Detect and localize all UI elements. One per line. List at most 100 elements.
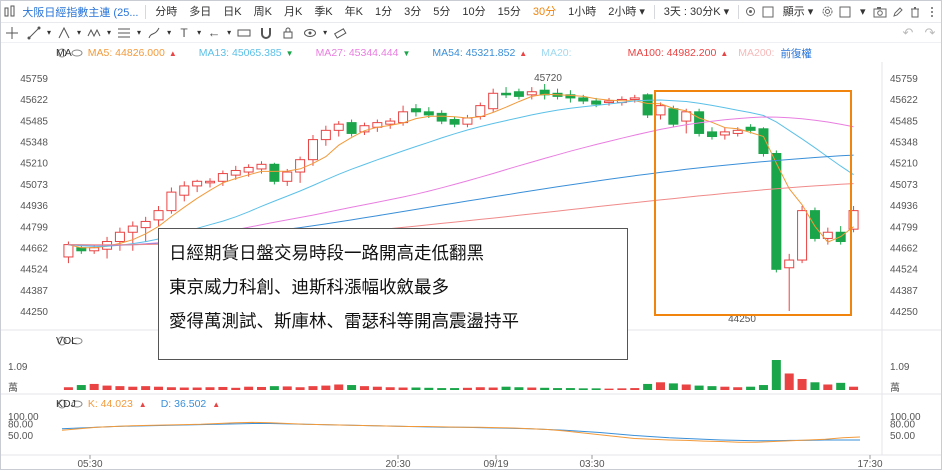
candle-body <box>307 139 318 161</box>
candle-body <box>410 108 421 113</box>
volume-bar <box>398 387 408 390</box>
price-axis-label-left: 45622 <box>20 95 48 106</box>
volume-bar <box>308 386 318 390</box>
time-axis-label: 20:30 <box>385 459 410 470</box>
ma13-line <box>68 99 854 247</box>
price-axis-label-right: 45073 <box>890 180 918 191</box>
volume-bar <box>372 386 382 390</box>
candle-body <box>269 163 280 182</box>
candle-body <box>732 129 743 134</box>
candle-body <box>706 131 717 138</box>
volume-bar <box>733 387 743 390</box>
candle-body <box>346 122 357 134</box>
volume-bar <box>643 383 653 390</box>
volume-bar <box>154 386 164 390</box>
candle-body <box>462 117 473 125</box>
price-axis-label-right: 44799 <box>890 222 918 233</box>
candle-body <box>513 91 524 97</box>
up-triangle-icon: ▲ <box>168 48 177 58</box>
price-axis-label-right: 44387 <box>890 286 918 297</box>
candle-body <box>385 120 396 125</box>
volume-bar <box>501 386 511 390</box>
kdj-label[interactable]: KDJ <box>56 398 76 410</box>
candle-body <box>771 153 782 270</box>
candle-body <box>578 97 589 102</box>
volume-bar <box>784 373 794 390</box>
price-axis-label-right: 45210 <box>890 159 918 170</box>
price-axis-label-right: 45485 <box>890 116 918 127</box>
volume-bar <box>681 384 691 390</box>
volume-bar <box>450 388 460 390</box>
candle-body <box>719 131 730 136</box>
volume-bar <box>746 386 756 390</box>
volume-bar <box>565 388 575 390</box>
price-axis-label-left: 45348 <box>20 138 48 149</box>
volume-bar <box>205 387 215 390</box>
volume-bar <box>540 387 550 390</box>
volume-bar <box>720 386 730 390</box>
volume-bar <box>359 386 369 390</box>
candle-body <box>114 231 125 243</box>
ma200-value: MA200: <box>738 47 775 59</box>
candle-body <box>449 119 460 125</box>
volume-bar <box>810 382 820 390</box>
price-axis-label-left: 44662 <box>20 243 48 254</box>
volume-bar <box>578 388 588 390</box>
kdj-axis-label-left: 50.00 <box>8 431 33 442</box>
up-triangle-icon: ▲ <box>720 48 729 58</box>
adjust-toggle[interactable]: 前復權 <box>780 46 812 61</box>
volume-bar <box>141 386 151 390</box>
candle-body <box>591 100 602 105</box>
ma5-line <box>68 93 854 249</box>
time-axis-label: 17:30 <box>857 459 882 470</box>
price-axis-label-left: 44936 <box>20 201 48 212</box>
candle-body <box>797 210 808 261</box>
kdj-axis-label-right: 50.00 <box>890 431 915 442</box>
volume-bar <box>630 388 640 390</box>
candle-body <box>398 111 409 124</box>
kdj-axis-label-left: 80.00 <box>8 420 33 431</box>
volume-bar <box>411 387 421 390</box>
kdj-k-value: K: 44.023 <box>87 398 133 410</box>
volume-bar <box>76 385 86 390</box>
up-triangle-icon: ▲ <box>212 399 221 409</box>
annotation-line-3: 愛得萬測試、斯庫林、雷瑟科等開高震盪持平 <box>169 312 519 332</box>
volume-bar <box>347 385 357 390</box>
volume-bar <box>385 387 395 390</box>
candle-body <box>243 166 254 173</box>
volume-bar <box>192 387 202 390</box>
candle-body <box>526 91 537 96</box>
volume-bar <box>771 360 781 390</box>
volume-bar <box>604 388 614 390</box>
volume-axis-label: 1.09 <box>8 362 28 373</box>
volume-bar <box>128 386 138 390</box>
volume-bar <box>166 387 176 390</box>
candle-body <box>127 225 138 233</box>
volume-bar <box>282 386 292 390</box>
candle-body <box>205 180 216 184</box>
candle-body <box>179 185 190 196</box>
candle-body <box>153 210 164 221</box>
candle-body <box>758 128 769 155</box>
volume-bar <box>849 386 859 390</box>
volume-bar <box>218 386 228 390</box>
ma20-value: MA20: <box>541 47 572 59</box>
volume-label[interactable]: VOL <box>56 335 77 347</box>
price-axis-label-right: 44936 <box>890 201 918 212</box>
ma5-value: MA5: 44826.000 <box>87 47 165 59</box>
candle-body <box>63 244 74 258</box>
price-axis-label-right: 44250 <box>890 307 918 318</box>
volume-axis-label-right: 1.09 <box>890 362 910 373</box>
volume-axis-unit-right: 萬 <box>890 381 900 394</box>
volume-bar <box>334 384 344 390</box>
time-axis-label: 05:30 <box>77 459 102 470</box>
time-axis-label: 09/19 <box>483 459 508 470</box>
price-axis-label-left: 45485 <box>20 116 48 127</box>
candle-body <box>320 129 331 141</box>
kdj-d-value: D: 36.502 <box>160 398 207 410</box>
main-indicator-label[interactable]: MA <box>56 47 72 59</box>
price-axis-label-right: 44524 <box>890 265 918 276</box>
candle-body <box>436 112 447 122</box>
candle-body <box>333 123 344 131</box>
down-triangle-icon: ▼ <box>285 48 294 58</box>
